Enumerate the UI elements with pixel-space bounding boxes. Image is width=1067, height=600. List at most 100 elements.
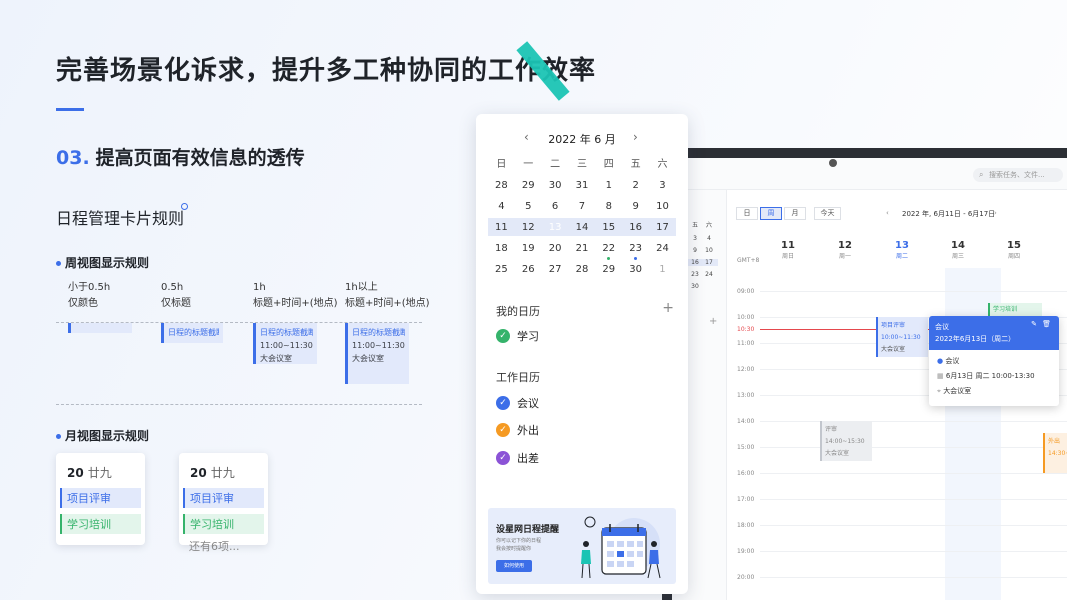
grid-line: [760, 291, 1067, 292]
day-cell[interactable]: 15: [595, 220, 622, 236]
rule-text: 仅标题: [161, 298, 191, 309]
day-cell[interactable]: 3: [649, 178, 676, 194]
day-cell[interactable]: 30: [542, 178, 569, 194]
camera-icon: [829, 159, 837, 167]
day-cell[interactable]: 24: [649, 241, 676, 257]
month-card[interactable]: 20 廿九 项目评审 学习培训: [56, 453, 145, 545]
rules-title: 日程管理卡片规则: [56, 209, 185, 228]
day-cell[interactable]: 27: [542, 262, 569, 278]
day-cell[interactable]: 12: [515, 220, 542, 236]
add-calendar-button[interactable]: +: [662, 300, 674, 316]
edit-icon[interactable]: ✎: [1031, 320, 1037, 328]
mini-day[interactable]: 30: [688, 283, 702, 290]
calendar-event-grey[interactable]: 评审 14:00~15:30 大会议室: [820, 421, 872, 461]
day-cell[interactable]: 20: [542, 241, 569, 257]
next-month-icon[interactable]: ›: [633, 130, 638, 144]
rule-text: 标题+时间+(地点): [253, 298, 338, 309]
mini-day[interactable]: 4: [702, 235, 716, 242]
month-card[interactable]: 20 廿九 项目评审 学习培训 还有6项...: [179, 453, 268, 553]
today-button[interactable]: 今天: [814, 207, 841, 220]
popup-type: ● 会议: [937, 357, 960, 365]
mini-day[interactable]: 16: [688, 259, 702, 266]
calendar-label: 外出: [517, 424, 539, 437]
day-cell[interactable]: 2: [622, 178, 649, 194]
day-cell[interactable]: 28: [569, 262, 596, 278]
delete-icon[interactable]: 🗑: [1042, 320, 1051, 328]
day-cell-today[interactable]: 13: [542, 218, 569, 237]
day-cell[interactable]: 11: [488, 220, 515, 236]
mini-day[interactable]: 9: [688, 247, 702, 254]
calendar-event-review[interactable]: 项目评审 10:00~11:30 大会议室: [876, 317, 928, 357]
day-cell[interactable]: 17: [649, 220, 676, 236]
view-month-button[interactable]: 月: [784, 207, 806, 220]
rule-col-3: 1h 标题+时间+(地点): [253, 280, 338, 312]
month-event[interactable]: 项目评审: [183, 488, 264, 508]
day-header[interactable]: 12 周一: [825, 240, 865, 260]
day-cell[interactable]: 9: [622, 199, 649, 215]
day-cell[interactable]: 25: [488, 262, 515, 278]
calendar-event-study[interactable]: 学习培训: [988, 303, 1042, 317]
calendar-toggle-study[interactable]: ✓ 学习: [496, 328, 539, 344]
prev-week-icon[interactable]: ‹: [886, 209, 889, 217]
check-icon: ✓: [496, 396, 510, 410]
day-cell[interactable]: 19: [515, 241, 542, 257]
event-popup[interactable]: 会议 2022年6月13日（周二） ✎ 🗑 ● 会议 ▦ 6月13日 周二 10…: [929, 316, 1059, 406]
calendar-toggle-trip[interactable]: ✓ 出差: [496, 450, 539, 466]
calendar-event-out[interactable]: 外出14:30~: [1043, 433, 1067, 473]
add-calendar-icon[interactable]: +: [709, 316, 717, 327]
day-cell[interactable]: 18: [488, 241, 515, 257]
day-cell[interactable]: 1: [595, 178, 622, 194]
day-cell-with-events[interactable]: 22: [595, 241, 622, 260]
popup-time: ▦ 6月13日 周二 10:00-13:30: [937, 372, 1035, 380]
day-cell[interactable]: 7: [569, 199, 596, 215]
event-sample-long: 日程的标题截断... 11:00~11:30 大会议室: [345, 323, 409, 384]
location-icon: ⌖: [937, 387, 941, 395]
calendar-label: 会议: [517, 397, 539, 410]
mini-day[interactable]: 24: [702, 271, 716, 278]
mini-day[interactable]: 3: [688, 235, 702, 242]
mini-day[interactable]: [702, 283, 716, 290]
day-cell[interactable]: 6: [542, 199, 569, 215]
mini-day[interactable]: 17: [702, 259, 716, 266]
mini-day[interactable]: 10: [702, 247, 716, 254]
view-day-button[interactable]: 日: [736, 207, 758, 220]
day-cell[interactable]: 29: [515, 178, 542, 194]
day-cell[interactable]: 10: [649, 199, 676, 215]
rule-duration: 1h以上: [345, 282, 378, 293]
day-cell[interactable]: 30: [622, 262, 649, 278]
month-event[interactable]: 项目评审: [60, 488, 141, 508]
day-cell[interactable]: 5: [515, 199, 542, 215]
day-cell[interactable]: 26: [515, 262, 542, 278]
day-header-today[interactable]: 13 周二: [882, 240, 922, 260]
search-input[interactable]: 搜索任务、文件...: [973, 168, 1063, 182]
mini-day[interactable]: 23: [688, 271, 702, 278]
month-event[interactable]: 学习培训: [183, 514, 264, 534]
calendar-toggle-out[interactable]: ✓ 外出: [496, 422, 539, 438]
prev-month-icon[interactable]: ‹: [524, 130, 529, 144]
day-cell[interactable]: 4: [488, 199, 515, 215]
day-cell[interactable]: 1: [649, 262, 676, 278]
day-header[interactable]: 15 周四: [994, 240, 1034, 260]
week-row: 28 29 30 31 1 2 3: [488, 175, 676, 196]
day-cell[interactable]: 14: [569, 220, 596, 236]
day-cell[interactable]: 21: [569, 241, 596, 257]
more-events-link[interactable]: 还有6项...: [189, 538, 264, 554]
day-cell[interactable]: 29: [595, 262, 622, 278]
day-cell[interactable]: 16: [622, 220, 649, 236]
grid-line: [760, 421, 1067, 422]
day-header[interactable]: 11 周日: [768, 240, 808, 260]
day-cell[interactable]: 8: [595, 199, 622, 215]
month-event[interactable]: 学习培训: [60, 514, 141, 534]
banner-subtitle: 你可以记下你的日程 我会按时提醒你: [496, 538, 542, 552]
day-cell-with-events[interactable]: 23: [622, 241, 649, 260]
work-calendars-title: 工作日历: [496, 371, 540, 384]
how-to-use-button[interactable]: 如何使用: [496, 560, 532, 572]
day-cell[interactable]: 31: [569, 178, 596, 194]
day-cell[interactable]: 28: [488, 178, 515, 194]
next-week-icon[interactable]: ›: [994, 209, 997, 217]
day-header[interactable]: 14 周三: [938, 240, 978, 260]
calendar-toggle-meeting[interactable]: ✓ 会议: [496, 395, 539, 411]
view-week-button[interactable]: 周: [760, 207, 782, 220]
weekday: 一: [523, 158, 534, 170]
hour-label: 09:00: [737, 288, 755, 295]
